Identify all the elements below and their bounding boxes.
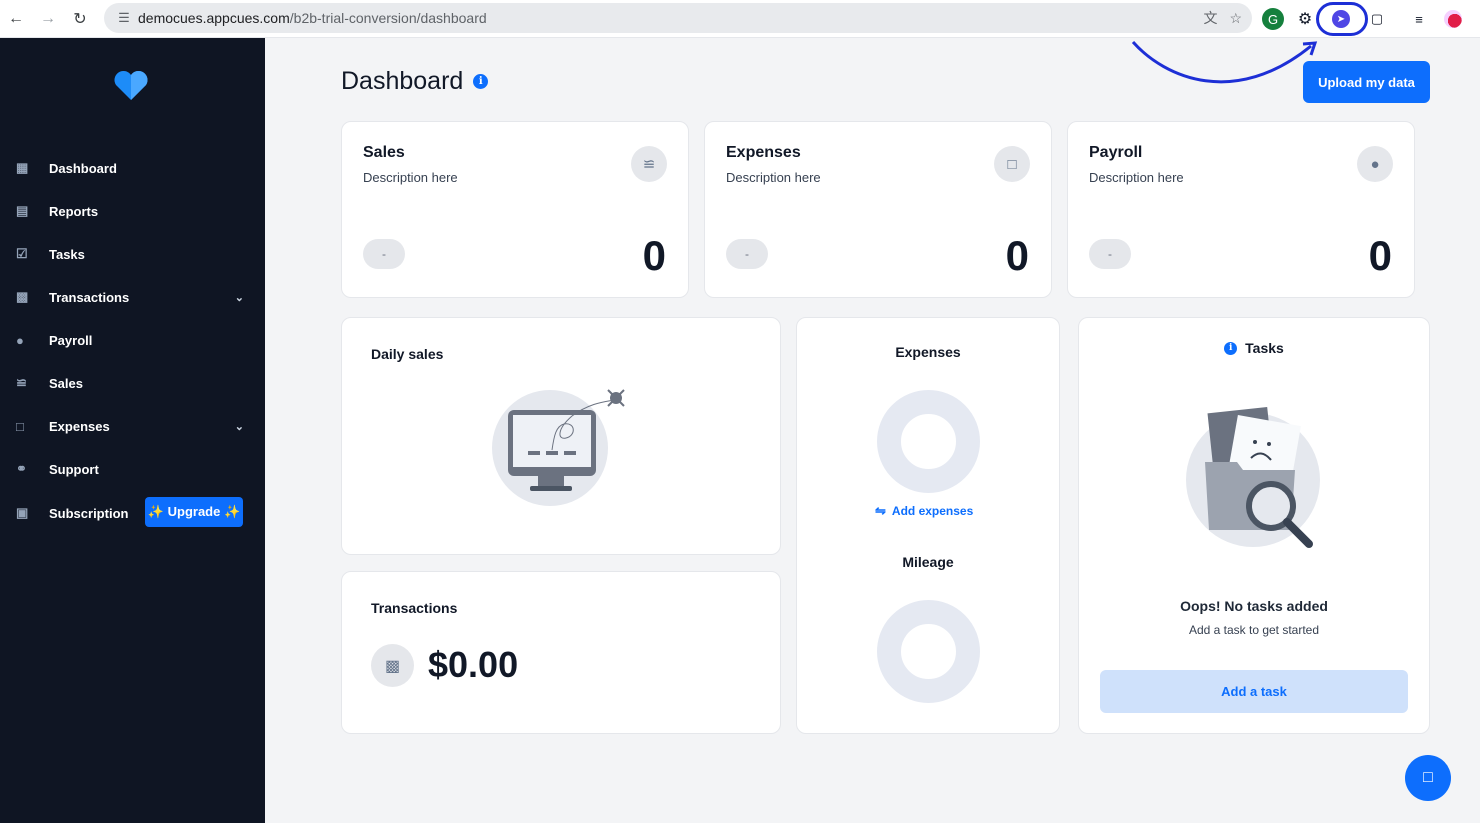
site-settings-icon[interactable]: ☰ [110,10,138,26]
reading-list-icon[interactable]: ≡ [1408,8,1430,30]
transactions-total: $0.00 [428,644,519,685]
headset-icon: ⚭ [16,461,27,476]
sidebar-item-subscription[interactable]: ▣ Subscription [16,498,136,528]
upgrade-button[interactable]: ✨ Upgrade ✨ [145,497,243,527]
url-text[interactable]: democues.appcues.com/b2b-trial-conversio… [138,10,487,26]
upload-data-button[interactable]: Upload my data [1303,61,1430,103]
sidebar-item-label: Payroll [49,332,93,348]
sidebar-item-tasks[interactable]: ☑ Tasks [16,239,250,269]
expenses-icon: □ [994,146,1030,182]
tasks-empty-subtitle: Add a task to get started [1188,623,1320,637]
stat-description: Description here [1089,170,1184,185]
sidebar-item-label: Transactions [49,289,130,305]
sidebar-item-label: Dashboard [49,160,117,176]
stat-description: Description here [363,170,458,185]
tasks-icon: ☑ [16,246,28,261]
document-icon: ▤ [16,203,29,218]
page-title: Dashboard i [341,67,489,96]
grid-icon: ▦ [16,160,29,175]
daily-sales-card: Daily sales [341,317,781,555]
payroll-stat-card: Payroll Description here ● - 0 [1067,121,1415,298]
monitor-illustration-icon [492,389,625,506]
expenses-panel-title: Expenses [895,344,961,360]
stat-description: Description here [726,170,821,185]
sidebar-item-label: Tasks [49,246,85,262]
wallet-icon: ▩ [16,289,29,304]
sliders-icon: ⇋ [875,503,886,518]
forward-icon[interactable]: → [32,3,64,35]
add-expenses-label: Add expenses [891,504,974,518]
stat-value: 0 [1368,232,1392,279]
sidebar-item-label: Support [49,461,99,477]
stat-value: 0 [1005,232,1029,279]
heart-logo-icon [114,70,148,100]
wallet-icon: ▩ [371,644,414,687]
tasks-title: Tasks [1245,340,1284,356]
money-bag-icon: ● [1357,146,1393,182]
add-task-button[interactable]: Add a task [1100,670,1408,713]
back-icon[interactable]: ← [0,3,32,35]
grammarly-extension-icon[interactable]: G [1262,8,1284,30]
sidebar-item-support[interactable]: ⚭ Support [16,454,250,484]
stat-title: Payroll [1089,144,1143,161]
sales-stat-card: Sales Description here ≌ - 0 [341,121,689,298]
profile-avatar[interactable] [1444,10,1462,28]
sidebar-item-label: Subscription [49,505,129,521]
stat-title: Sales [363,144,405,161]
gear-extension-icon[interactable]: ⚙ [1294,8,1316,30]
daily-sales-title: Daily sales [371,346,444,362]
mileage-title: Mileage [902,554,954,570]
empty-folder-illustration-icon [1186,407,1320,548]
mileage-donut-chart [877,600,980,703]
sidebar-item-label: Expenses [49,418,110,434]
expenses-donut-chart [877,390,980,493]
sidebar-item-label: Reports [49,203,99,219]
info-icon[interactable]: i [1224,341,1238,355]
transactions-card: Transactions ▩ $0.00 [341,571,781,734]
money-bag-icon: ● [16,332,24,348]
page-title-text: Dashboard [341,67,464,95]
chevron-down-icon[interactable]: ⌄ [235,420,244,433]
sidebar-item-reports[interactable]: ▤ Reports [16,196,250,226]
stat-change-pill: - [726,239,768,269]
info-icon[interactable]: i [473,74,489,89]
add-expenses-link[interactable]: ⇋ Add expenses [875,503,973,519]
browser-toolbar: ← → ↻ ☰ democues.appcues.com/b2b-trial-c… [0,0,1480,38]
sidebar-item-payroll[interactable]: ● Payroll [16,325,250,355]
expenses-icon: □ [16,418,24,434]
annotation-arrow [1131,41,1318,84]
sidebar-item-expenses[interactable]: □ Expenses ⌄ [16,411,250,441]
extensions-puzzle-icon[interactable]: ▢ [1366,8,1388,30]
chat-question-icon: □ [1423,769,1433,786]
expenses-mileage-card: Expenses ⇋ Add expenses Mileage [796,317,1060,734]
sidebar-item-label: Sales [49,375,83,391]
extension-highlight-circle [1316,2,1368,36]
address-bar[interactable]: ☰ democues.appcues.com/b2b-trial-convers… [104,3,1252,33]
chevron-down-icon[interactable]: ⌄ [235,291,244,304]
expenses-stat-card: Expenses Description here □ - 0 [704,121,1052,298]
stat-change-pill: - [1089,239,1131,269]
subscription-icon: ▣ [16,505,29,520]
translate-icon[interactable]: 文 [1203,8,1217,28]
sidebar-item-sales[interactable]: ≌ Sales [16,368,250,398]
transactions-title: Transactions [371,600,458,616]
stat-title: Expenses [726,144,801,161]
chat-support-button[interactable]: □ [1405,755,1451,801]
bookmark-star-icon[interactable]: ☆ [1229,10,1242,27]
sidebar: ▦ Dashboard ▤ Reports ☑ Tasks ▩ Transact… [0,38,265,823]
tasks-header: i Tasks [1079,340,1429,356]
tasks-card: i Tasks Oops! No tasks added Add a task … [1078,317,1430,734]
stat-change-pill: - [363,239,405,269]
chart-icon: ≌ [16,375,27,390]
sales-chart-icon: ≌ [631,146,667,182]
reload-icon[interactable]: ↻ [64,3,96,35]
sidebar-item-transactions[interactable]: ▩ Transactions ⌄ [16,282,250,312]
sidebar-item-dashboard[interactable]: ▦ Dashboard [16,153,250,183]
tasks-empty-title: Oops! No tasks added [1180,598,1328,614]
stat-value: 0 [642,232,666,279]
